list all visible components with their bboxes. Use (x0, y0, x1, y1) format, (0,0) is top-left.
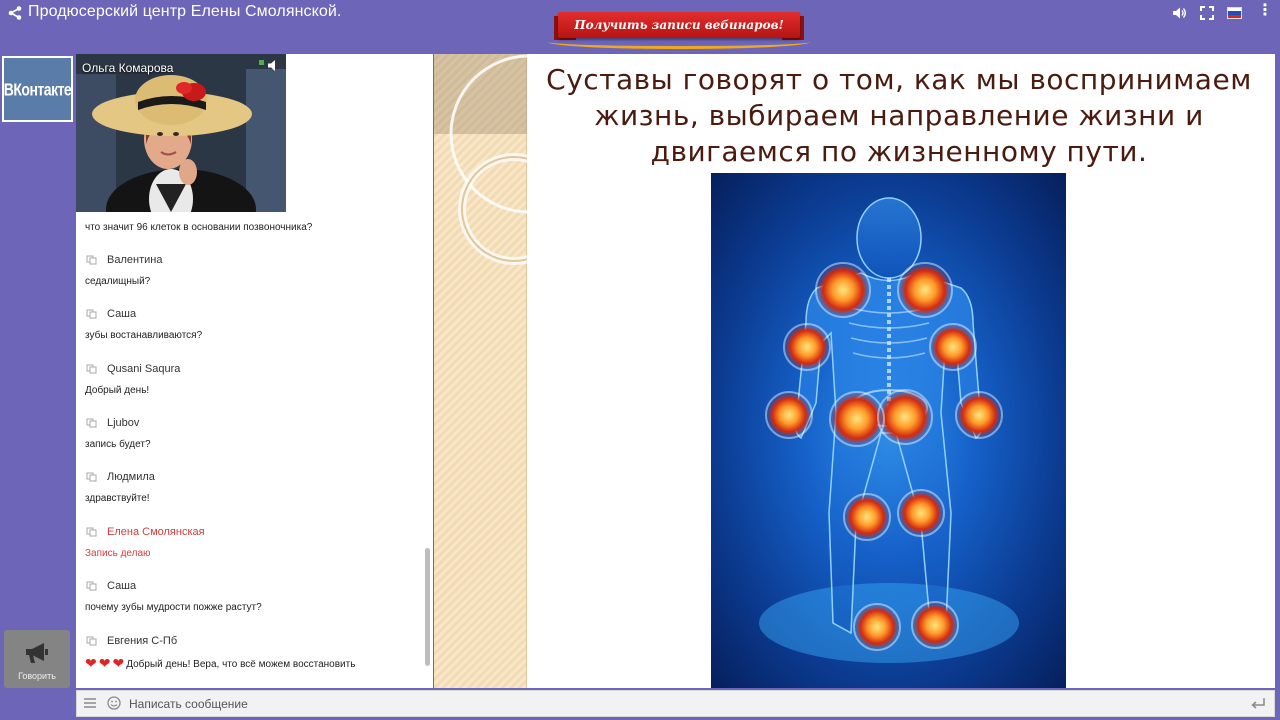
emoji-icon[interactable] (107, 696, 121, 710)
chat-message-text: что значит 96 клеток в основании позвоно… (85, 222, 313, 233)
slide-image-joints (711, 173, 1066, 688)
speak-button[interactable]: Говорить (4, 630, 70, 688)
chat-username[interactable]: Саша (107, 308, 136, 320)
chat-username[interactable]: Евгения С-Пб (107, 635, 177, 647)
chat-scrollbar[interactable] (425, 548, 430, 666)
chat-username[interactable]: Саша (107, 580, 136, 592)
right-edge (1275, 54, 1280, 718)
menu-icon[interactable] (83, 696, 97, 710)
chat-message-user: Ljubov (86, 417, 139, 429)
get-webinar-recordings-button[interactable]: Получить записи вебинаров! (548, 7, 810, 49)
chat-message-text: седалищный? (85, 276, 151, 287)
chat-username[interactable]: Валентина (107, 254, 162, 266)
presenter-photo (76, 54, 286, 212)
megaphone-icon (26, 643, 48, 663)
chat-username[interactable]: Людмила (107, 471, 155, 483)
slide-title: Суставы говорят о том, как мы воспринима… (546, 63, 1252, 168)
chat-panel: Ольга Комарова что значит 96 клеток в ос… (76, 54, 433, 688)
top-bar: Продюсерский центр Елены Смолянской. Пол… (0, 0, 1280, 52)
volume-icon[interactable] (1171, 5, 1187, 21)
chat-username[interactable]: Ljubov (107, 417, 139, 429)
chat-message-user: Саша (86, 580, 136, 592)
webinar-button-label: Получить записи вебинаров! (558, 12, 800, 38)
chat-message-text: почему зубы мудрости пожже растут? (85, 602, 262, 613)
heart-emoji-icons: ❤❤❤ (85, 655, 127, 671)
message-input[interactable] (129, 695, 1229, 713)
slide-decoration (434, 54, 527, 688)
chat-message-user: Саша (86, 308, 136, 320)
top-right-controls (1171, 5, 1242, 21)
copy-icon[interactable] (86, 309, 98, 319)
chat-message-user: Валентина (86, 254, 162, 266)
copy-icon[interactable] (86, 636, 98, 646)
copy-icon[interactable] (86, 581, 98, 591)
fullscreen-icon[interactable] (1199, 5, 1215, 21)
more-options-icon[interactable]: ⋮ (1257, 3, 1273, 19)
chat-message-text: ❤❤❤Добрый день! Вера, что всё можем восс… (85, 654, 355, 671)
speak-label: Говорить (18, 671, 56, 681)
share-icon[interactable] (7, 5, 23, 21)
message-composer (76, 690, 1275, 717)
chat-message-user: Qusani Saqura (86, 363, 180, 375)
vk-widget[interactable]: ВКонтакте (2, 56, 73, 122)
chat-username[interactable]: Елена Смолянская (107, 526, 205, 538)
chat-message-body: Добрый день! Вера, что всё можем восстан… (126, 659, 356, 670)
chat-message-text: Добрый день! (85, 385, 150, 396)
chat-message-user: Людмила (86, 471, 155, 483)
chat-message-text: Запись делаю (85, 548, 151, 559)
russian-flag-icon[interactable] (1227, 7, 1242, 19)
copy-icon[interactable] (86, 527, 98, 537)
chat-username[interactable]: Qusani Saqura (107, 363, 180, 375)
chat-message-user-moderator: Елена Смолянская (86, 526, 205, 538)
chat-message-user: Евгения С-Пб (86, 635, 177, 647)
chat-message-text: здравствуйте! (85, 493, 150, 504)
copy-icon[interactable] (86, 472, 98, 482)
vk-logo: ВКонтакте (3, 79, 72, 99)
presenter-name: Ольга Комарова (82, 61, 174, 75)
presenter-video[interactable]: Ольга Комарова (76, 54, 286, 212)
copy-icon[interactable] (86, 418, 98, 428)
send-enter-icon[interactable] (1250, 697, 1266, 711)
copy-icon[interactable] (86, 255, 98, 265)
chat-message-text: зубы востанавливаются? (85, 330, 203, 341)
presentation-panel: Суставы говорят о том, как мы воспринима… (434, 54, 1275, 688)
page-title: Продюсерский центр Елены Смолянской. (28, 3, 342, 20)
copy-icon[interactable] (86, 364, 98, 374)
live-indicator (259, 60, 264, 65)
video-sound-icon[interactable] (267, 59, 280, 72)
chat-message-text: запись будет? (85, 439, 151, 450)
